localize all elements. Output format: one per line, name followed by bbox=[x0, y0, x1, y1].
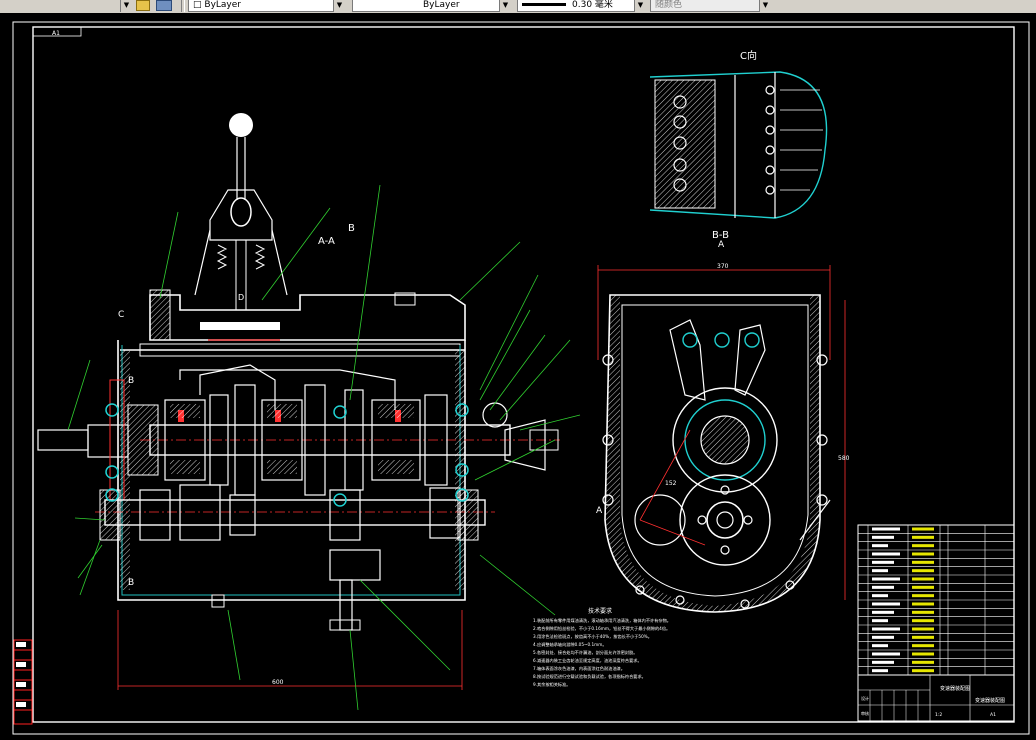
parts-list-name-mark bbox=[912, 560, 934, 564]
outer-border bbox=[12, 21, 1030, 735]
bb-section-view: B-B A 370 580 152 A bbox=[596, 230, 850, 613]
dimension-top-width: 370 bbox=[717, 263, 729, 270]
layer-icon-2[interactable] bbox=[156, 0, 172, 11]
lineweight-sample-icon bbox=[522, 3, 566, 6]
parts-list-code-mark bbox=[872, 585, 894, 589]
parts-list-name-mark bbox=[912, 644, 934, 648]
parts-list-code-mark bbox=[872, 669, 888, 673]
parts-list-name-mark bbox=[912, 619, 934, 623]
parts-list-code-mark bbox=[872, 652, 900, 656]
parts-list-code-mark bbox=[872, 644, 888, 648]
tech-req-line: 7.箱体表面涂灰色油漆，内表面涂红色耐油油漆。 bbox=[533, 665, 625, 672]
layer-icon-1[interactable] bbox=[136, 0, 150, 11]
view-label-a-top: A bbox=[718, 240, 725, 250]
tech-req-line: 2.啮合侧隙用铅丝检验，不小于0.16mm，铅丝不得大于最小侧隙的4倍。 bbox=[533, 625, 670, 632]
tech-req-line: 5.各密封处、接合处均不许漏油，剖分面允许涂密封胶。 bbox=[533, 649, 638, 656]
parts-list-code-mark bbox=[872, 577, 900, 581]
lineweight-value: 0.30 毫米 bbox=[572, 0, 613, 10]
parts-list-name-mark bbox=[912, 569, 934, 573]
parts-list-table bbox=[857, 524, 1015, 676]
parts-list-code-mark bbox=[872, 569, 888, 573]
parts-list-name-mark bbox=[912, 610, 934, 614]
dimension-center: 152 bbox=[665, 480, 677, 487]
tech-req-line: 9.其余按相关标准。 bbox=[533, 681, 571, 688]
title-block: 变速器装配图 变速器装配图 1:2 A1 设计 审核 bbox=[857, 674, 1015, 722]
parts-list-code-mark bbox=[872, 627, 900, 631]
parts-list-name-mark bbox=[912, 544, 934, 548]
color-dropdown-arrow[interactable]: ▼ bbox=[333, 0, 345, 12]
view-label-a-side: A bbox=[596, 506, 603, 516]
parts-list-code-mark bbox=[872, 602, 900, 606]
parts-list-name-mark bbox=[912, 627, 934, 631]
title-check-label: 审核 bbox=[861, 710, 869, 716]
parts-list-name-mark bbox=[912, 552, 934, 556]
parts-list-name-mark bbox=[912, 577, 934, 581]
tech-req-title: 技术要求 bbox=[588, 607, 612, 615]
title-scale: 1:2 bbox=[935, 712, 942, 718]
drawing-canvas[interactable]: A1 D B B C A-A B 600 C向 B-B A 370 580 15… bbox=[0, 13, 1036, 740]
tech-req-line: 1.装配前所有零件用煤油清洗，滚动轴承用汽油清洗，箱体内不许有杂物。 bbox=[533, 617, 671, 624]
color-control-combo[interactable]: □ ByLayer bbox=[188, 0, 344, 12]
tech-req-line: 8.按试验规范进行空载试验和负载试验，各项指标符合要求。 bbox=[533, 673, 646, 680]
view-label-c: C bbox=[118, 310, 124, 320]
tech-req-line: 6.减速器内装工业齿轮油至规定高度，油池深度符合要求。 bbox=[533, 657, 642, 664]
section-label-b: B bbox=[348, 223, 355, 234]
properties-toolbar: ▼ □ ByLayer ▼ ByLayer ▼ 0.30 毫米 ▼ 随颜色 ▼ bbox=[0, 0, 1036, 14]
parts-list-code-mark bbox=[872, 594, 888, 598]
parts-list-name-mark bbox=[912, 594, 934, 598]
parts-list-name-mark bbox=[912, 660, 934, 664]
plotstyle-value: 随颜色 bbox=[655, 0, 683, 10]
tech-req-line: 4.应调整轴承轴向游隙0.05~0.1mm。 bbox=[533, 641, 607, 648]
parts-list-code-mark bbox=[872, 535, 894, 539]
left-revision-column bbox=[13, 639, 33, 725]
lineweight-dropdown-arrow[interactable]: ▼ bbox=[634, 0, 646, 12]
title-drawing-name-right: 变速器装配图 bbox=[975, 697, 1005, 704]
parts-list-code-mark bbox=[872, 610, 894, 614]
cad-drawing: A1 D B B C A-A B 600 C向 B-B A 370 580 15… bbox=[12, 21, 1030, 735]
view-label-d: D bbox=[238, 293, 244, 302]
parts-list-name-mark bbox=[912, 527, 934, 531]
c-view-label: C向 bbox=[740, 49, 757, 62]
parts-list-code-mark bbox=[872, 552, 900, 556]
plotstyle-control-combo[interactable]: 随颜色 bbox=[650, 0, 770, 12]
section-label-aa: A-A bbox=[318, 236, 335, 247]
parts-list-name-mark bbox=[912, 585, 934, 589]
parts-list-code-mark bbox=[872, 660, 894, 664]
linetype-dropdown-arrow[interactable]: ▼ bbox=[499, 0, 511, 12]
title-designer-label: 设计 bbox=[861, 695, 869, 701]
toolbar-separator bbox=[181, 0, 185, 12]
dimension-side-height: 580 bbox=[838, 455, 850, 462]
input-shaft-end bbox=[37, 429, 89, 451]
parts-list-code-mark bbox=[872, 619, 888, 623]
c-view: C向 bbox=[649, 49, 828, 219]
parts-list-code-mark bbox=[872, 560, 894, 564]
parts-list-name-mark bbox=[912, 535, 934, 539]
color-value: ByLayer bbox=[204, 0, 241, 10]
parts-list-name-mark bbox=[912, 602, 934, 606]
shift-knob bbox=[229, 113, 253, 137]
parts-list-code-mark bbox=[872, 635, 894, 639]
plotstyle-dropdown-arrow[interactable]: ▼ bbox=[759, 0, 771, 12]
linetype-value: ByLayer bbox=[423, 0, 460, 10]
sheet-size-label: A1 bbox=[52, 30, 60, 37]
color-swatch-icon: □ bbox=[193, 0, 202, 10]
tech-req-line: 3.用涂色法检验斑点，按齿高不小于40%，按齿长不小于50%。 bbox=[533, 633, 652, 640]
view-label-b-bottom: B bbox=[128, 578, 134, 588]
title-drawing-name: 变速器装配图 bbox=[940, 685, 970, 692]
view-label-b-top: B bbox=[128, 376, 134, 386]
parts-list-name-mark bbox=[912, 669, 934, 673]
lineweight-control-combo[interactable]: 0.30 毫米 bbox=[517, 0, 645, 12]
title-sheet: A1 bbox=[990, 712, 996, 718]
dimension-overall-width: 600 bbox=[272, 679, 284, 686]
parts-list-name-mark bbox=[912, 635, 934, 639]
linetype-control-combo[interactable]: ByLayer bbox=[352, 0, 510, 12]
parts-list-code-mark bbox=[872, 544, 888, 548]
main-section-view: D B B C A-A B 600 bbox=[37, 113, 581, 711]
technical-requirements: 技术要求 1.装配前所有零件用煤油清洗，滚动轴承用汽油清洗，箱体内不许有杂物。 … bbox=[533, 607, 671, 688]
parts-list-name-mark bbox=[912, 652, 934, 656]
layer-dropdown-arrow[interactable]: ▼ bbox=[120, 0, 132, 12]
parts-list-code-mark bbox=[872, 527, 900, 531]
